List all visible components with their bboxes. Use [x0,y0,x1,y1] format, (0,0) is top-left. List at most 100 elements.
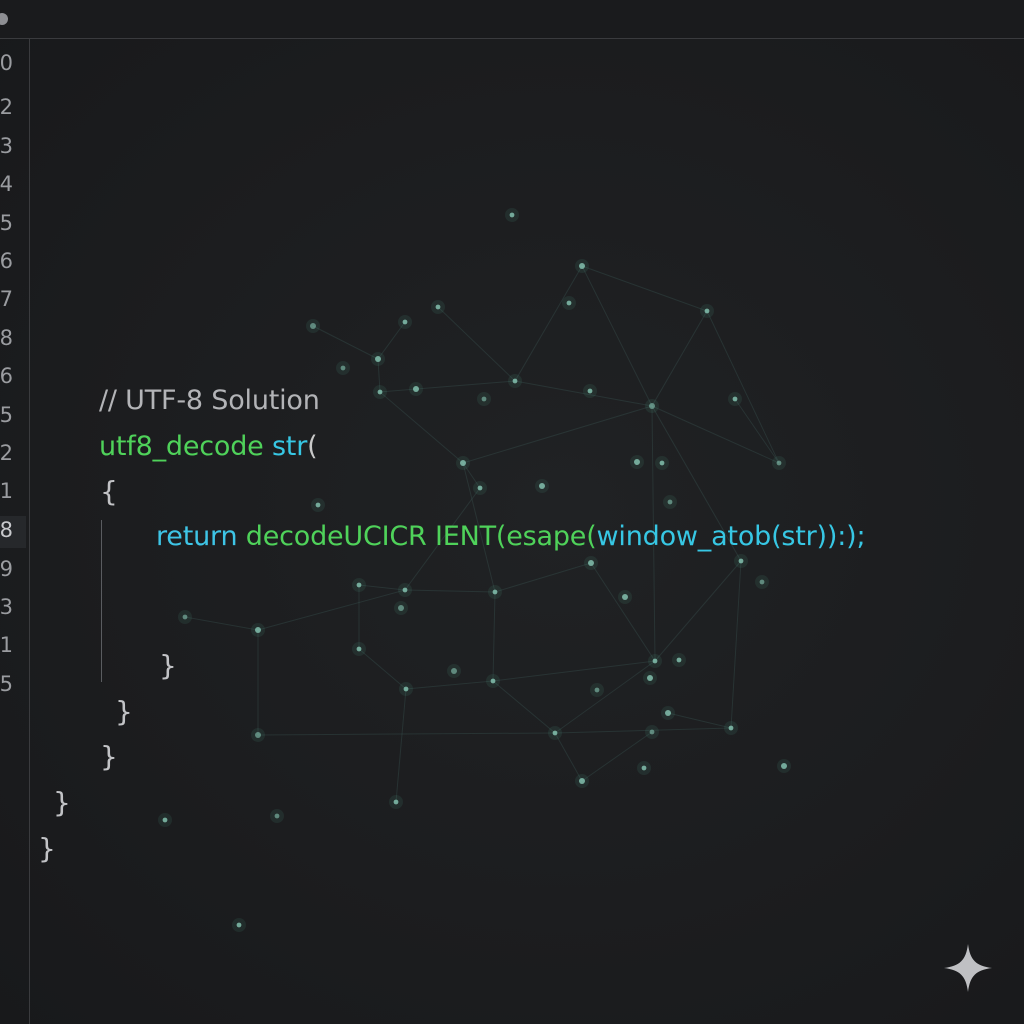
network-line [554,732,583,782]
network-node [665,710,671,716]
network-node [738,558,744,564]
network-node [435,304,441,310]
network-node [492,589,498,595]
network-node [539,483,545,489]
function-paren: ( [307,431,318,462]
line-number: 1 [0,479,13,503]
indent-guide [101,520,102,682]
network-line [404,589,496,593]
network-node [594,687,600,693]
closing-brace: } [100,740,118,773]
network-node [634,459,640,465]
esape-call: esape( [506,521,597,552]
line-number: 5 [0,211,13,235]
network-node [375,356,381,362]
line-number: 4 [0,172,13,196]
network-node [732,396,738,402]
network-node [413,386,419,392]
network-line [730,560,742,729]
network-node [579,778,585,784]
line-number: 2 [0,441,13,465]
network-node [398,605,404,611]
network-node [676,657,682,663]
line-number: 3 [0,134,13,158]
network-node [481,396,487,402]
network-line [654,560,742,662]
window-atob-call: window_atob(str)):); [596,521,866,552]
network-node [587,388,593,394]
return-statement-line[interactable]: return decodeUCICR IENT(esape(window_ato… [156,521,866,553]
sparkle-icon[interactable] [940,940,996,996]
network-line [184,616,259,631]
line-number: 1 [0,633,13,657]
network-node [403,686,409,692]
function-name: utf8_decode [99,431,264,462]
network-line [257,589,406,631]
function-declaration-line[interactable]: utf8_decode str( [99,431,318,463]
line-number-gutter: 0 2 3 4 5 6 7 8 6 5 2 1 8 9 3 1 5 [0,39,30,1024]
line-number: 7 [0,287,13,311]
title-bar [0,0,1024,39]
network-line [312,325,379,360]
network-node [162,817,168,823]
network-line [405,680,494,690]
network-node [315,502,321,508]
line-number: 9 [0,557,13,581]
line-number: 6 [0,364,13,388]
network-node [641,765,647,771]
network-node [451,668,457,674]
network-node [356,646,362,652]
closing-brace: } [53,786,71,819]
network-node [759,579,765,585]
line-number: 5 [0,672,13,696]
network-node [659,460,665,466]
network-node [588,560,594,566]
network-node [647,675,653,681]
network-node [512,378,518,384]
code-comment[interactable]: // UTF-8 Solution [99,385,320,417]
network-background [158,208,791,932]
network-line [667,712,732,729]
network-node [652,658,658,664]
network-node [776,460,782,466]
network-line [514,265,583,382]
network-node [649,403,655,409]
closing-brace: } [38,832,56,865]
network-node [274,813,280,819]
network-line [706,310,780,464]
network-node [340,365,346,371]
decode-call: decodeUCICR IENT( [245,521,507,552]
open-brace: { [100,475,118,508]
network-line [554,727,732,734]
network-line [462,405,653,464]
network-node [402,587,408,593]
network-node [236,922,242,928]
network-node [377,389,383,395]
closing-brace: } [115,695,133,728]
network-node [255,627,261,633]
network-node [566,300,572,306]
network-node [460,460,466,466]
network-line [379,391,464,464]
line-number: 8 [0,326,13,350]
network-line [590,562,656,662]
network-node [667,499,673,505]
network-line [492,680,556,734]
network-node [509,212,515,218]
line-number-active: 8 [0,518,13,542]
line-number: 6 [0,249,13,273]
network-node [622,594,628,600]
network-node [402,319,408,325]
network-line [494,562,592,593]
network-node [579,263,585,269]
network-node [552,730,558,736]
network-line [651,310,708,407]
line-number: 2 [0,95,13,119]
line-number: 0 [0,51,13,75]
network-node [477,485,483,491]
line-number: 3 [0,595,13,619]
network-node [728,725,734,731]
code-editor[interactable]: 0 2 3 4 5 6 7 8 6 5 2 1 8 9 3 1 5 // UTF… [0,0,1024,1024]
network-node [781,763,787,769]
dot-icon[interactable] [0,13,8,25]
